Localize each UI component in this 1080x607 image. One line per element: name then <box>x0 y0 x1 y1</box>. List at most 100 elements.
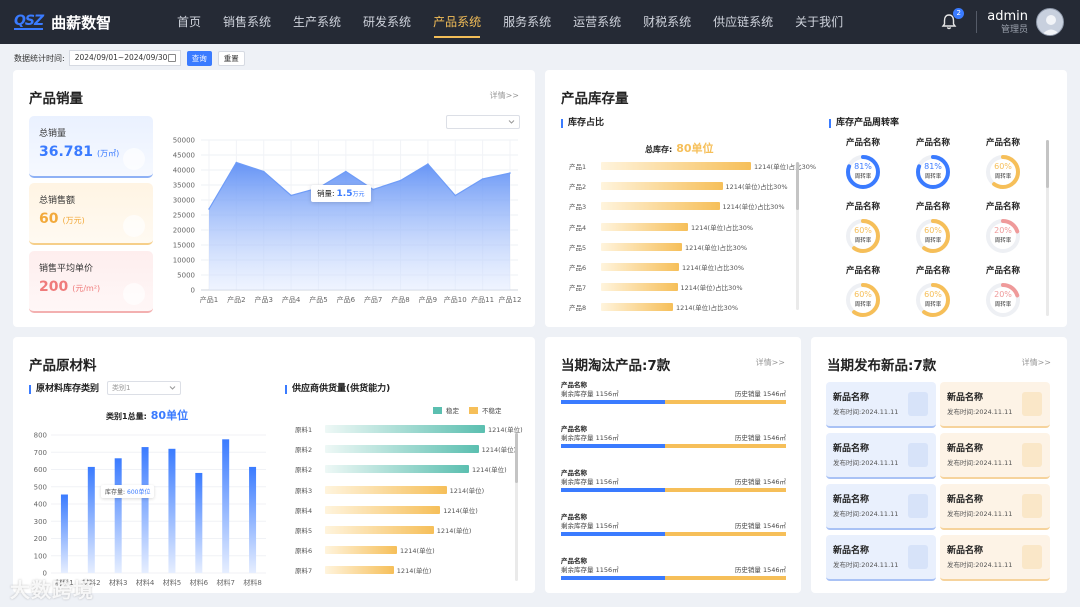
turnover-ring-card[interactable]: 产品名称 81% 周转率 <box>833 137 893 192</box>
turnover-ring-card[interactable]: 产品名称 60% 周转率 <box>903 265 963 320</box>
query-button[interactable]: 查询 <box>186 50 212 66</box>
category-text: 产品5 <box>569 243 587 252</box>
material-bar[interactable] <box>168 448 176 573</box>
data-point[interactable] <box>399 179 402 182</box>
sales-select[interactable] <box>446 115 520 129</box>
data-point[interactable] <box>208 208 210 210</box>
inventory-bar-row[interactable]: 产品3 1214(单位)占比30% <box>555 199 785 213</box>
inventory-bar-row[interactable]: 产品4 1214(单位)占比30% <box>555 220 753 234</box>
turnover-ring-card[interactable]: 产品名称 20% 周转率 <box>973 201 1033 256</box>
new-product-card[interactable]: 新品名称 发布时间:2024.11.11 <box>940 382 1050 428</box>
turnover-ring-card[interactable]: 产品名称 60% 周转率 <box>833 201 893 256</box>
supplier-bar-row[interactable]: 原料7 1214(单位) <box>295 563 431 577</box>
material-bar[interactable] <box>114 458 122 573</box>
inventory-scrollbar[interactable] <box>796 162 799 310</box>
supplier-bar[interactable] <box>325 485 447 494</box>
reset-button[interactable]: 重置 <box>217 50 245 66</box>
supplier-bar-row[interactable]: 原料5 1214(单位) <box>295 523 471 537</box>
avatar[interactable] <box>1036 8 1064 36</box>
turnover-ring-card[interactable]: 产品名称 60% 周转率 <box>833 265 893 320</box>
discontinued-detail-link[interactable]: 详情>> <box>756 357 785 368</box>
nav-item[interactable]: 产品系统 <box>422 0 492 44</box>
material-category-select[interactable]: 类别1 <box>107 381 181 395</box>
supplier-bar[interactable] <box>325 566 394 575</box>
supplier-bar[interactable] <box>325 445 479 454</box>
material-bar[interactable] <box>60 494 68 573</box>
inventory-bar-row[interactable]: 产品2 1214(单位)占比30% <box>555 179 788 193</box>
inventory-bar-row[interactable]: 产品5 1214(单位)占比30% <box>555 240 747 254</box>
new-product-card[interactable]: 新品名称 发布时间:2024.11.11 <box>940 484 1050 530</box>
inventory-bar[interactable] <box>601 182 723 191</box>
data-point[interactable] <box>345 170 347 173</box>
app-logo[interactable]: QSZ 曲薪数智 <box>14 12 164 33</box>
discontinued-item[interactable]: 产品名称 剩余库存量 1156㎡ 历史销量 1546㎡ <box>561 557 786 597</box>
nav-item[interactable]: 服务系统 <box>492 0 562 44</box>
turnover-scrollbar[interactable] <box>1046 140 1049 316</box>
nav-item[interactable]: 首页 <box>166 0 212 44</box>
data-point[interactable] <box>427 163 429 165</box>
turnover-ring-card[interactable]: 产品名称 60% 周转率 <box>973 137 1033 192</box>
user-menu[interactable]: admin 管理员 <box>987 9 1028 36</box>
material-bar[interactable] <box>195 472 203 573</box>
supplier-bar[interactable] <box>325 546 397 555</box>
supplier-bar-row[interactable]: 原料2 1214(单位) <box>295 462 507 476</box>
data-point[interactable] <box>454 194 457 197</box>
inventory-bar[interactable] <box>601 242 682 251</box>
nav-item[interactable]: 生产系统 <box>282 0 352 44</box>
nav-item[interactable]: 财税系统 <box>632 0 702 44</box>
nav-item[interactable]: 关于我们 <box>784 0 854 44</box>
turnover-ring-card[interactable]: 产品名称 60% 周转率 <box>903 201 963 256</box>
new-product-card[interactable]: 新品名称 发布时间:2024.11.11 <box>826 484 936 530</box>
supplier-bar[interactable] <box>325 465 469 474</box>
turnover-ring-card[interactable]: 产品名称 81% 周转率 <box>903 137 963 192</box>
supplier-bar-row[interactable]: 原料3 1214(单位) <box>295 483 484 497</box>
nav-item[interactable]: 运营系统 <box>562 0 632 44</box>
inventory-bar[interactable] <box>601 263 679 271</box>
supplier-bar-row[interactable]: 原料6 1214(单位) <box>295 543 435 557</box>
data-point[interactable] <box>372 188 374 191</box>
data-point[interactable] <box>262 170 265 173</box>
turnover-ring-card[interactable]: 产品名称 20% 周转率 <box>973 265 1033 320</box>
new-product-card[interactable]: 新品名称 发布时间:2024.11.11 <box>826 535 936 581</box>
material-bar[interactable] <box>141 447 149 573</box>
turnover-ring: 60% 周转率 <box>843 216 883 256</box>
supplier-bar[interactable] <box>325 425 485 433</box>
supplier-scrollbar[interactable] <box>515 433 518 581</box>
inventory-bar-row[interactable]: 产品1 1214(单位)占比30% <box>555 159 816 173</box>
supplier-bar-row[interactable]: 原料4 1214(单位) <box>295 503 478 517</box>
supplier-bar[interactable] <box>325 505 441 514</box>
discontinued-item[interactable]: 产品名称 剩余库存量 1156㎡ 历史销量 1546㎡ <box>561 469 786 509</box>
discontinued-item[interactable]: 产品名称 剩余库存量 1156㎡ 历史销量 1546㎡ <box>561 381 786 421</box>
data-point[interactable] <box>481 178 484 180</box>
inventory-bar[interactable] <box>601 303 673 312</box>
inventory-bar[interactable] <box>601 202 720 211</box>
new-product-card[interactable]: 新品名称 发布时间:2024.11.11 <box>940 535 1050 581</box>
data-point[interactable] <box>235 161 238 164</box>
discontinued-item[interactable]: 产品名称 剩余库存量 1156㎡ 历史销量 1546㎡ <box>561 513 786 553</box>
inventory-bar-row[interactable]: 产品7 1214(单位)占比30% <box>555 280 743 294</box>
new-product-card[interactable]: 新品名称 发布时间:2024.11.11 <box>940 433 1050 479</box>
sales-detail-link[interactable]: 详情>> <box>490 90 519 101</box>
inventory-bar[interactable] <box>601 222 688 231</box>
new-products-detail-link[interactable]: 详情>> <box>1022 357 1051 368</box>
data-point[interactable] <box>290 194 292 197</box>
nav-item[interactable]: 销售系统 <box>212 0 282 44</box>
notification-button[interactable]: 2 <box>940 8 965 31</box>
inventory-bar[interactable] <box>601 162 751 170</box>
data-point[interactable] <box>509 172 511 174</box>
inventory-bar-row[interactable]: 产品6 1214(单位)占比30% <box>555 260 744 274</box>
inventory-bar[interactable] <box>601 283 678 292</box>
new-product-card[interactable]: 新品名称 发布时间:2024.11.11 <box>826 433 936 479</box>
supplier-bar[interactable] <box>325 526 434 534</box>
inventory-bar-row[interactable]: 产品8 1214(单位)占比30% <box>555 300 738 314</box>
date-range-input[interactable]: 2024/09/01~2024/09/30 <box>68 50 181 66</box>
supplier-bar-row[interactable]: 原料2 1214(单位) <box>295 442 516 456</box>
nav-item[interactable]: 研发系统 <box>352 0 422 44</box>
material-bar[interactable] <box>222 439 230 573</box>
nav-item[interactable]: 供应链系统 <box>702 0 784 44</box>
new-product-card[interactable]: 新品名称 发布时间:2024.11.11 <box>826 382 936 428</box>
discontinued-item[interactable]: 产品名称 剩余库存量 1156㎡ 历史销量 1546㎡ <box>561 425 786 465</box>
material-bar[interactable] <box>87 466 95 573</box>
material-bar[interactable] <box>249 466 257 573</box>
supplier-bar-row[interactable]: 原料1 1214(单位) <box>295 422 523 436</box>
